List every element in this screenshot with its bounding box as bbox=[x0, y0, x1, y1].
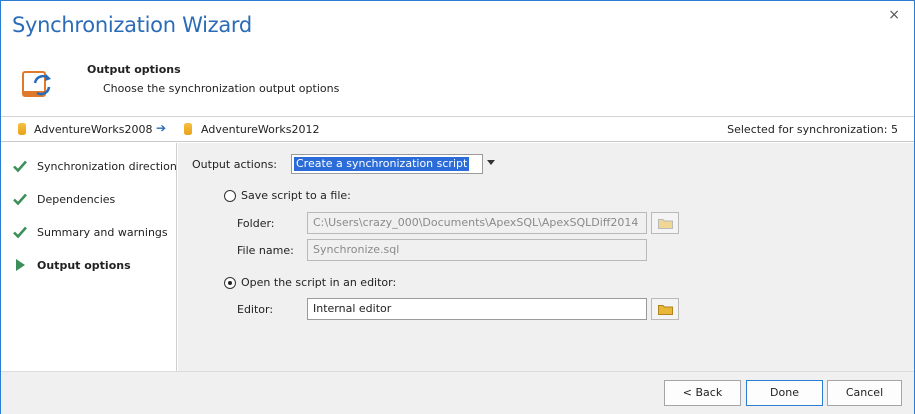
step-label: Dependencies bbox=[37, 193, 116, 206]
wizard-window: Synchronization Wizard × Output options … bbox=[0, 0, 915, 414]
output-actions-dropdown[interactable]: Create a synchronization script bbox=[291, 154, 483, 174]
editor-label: Editor: bbox=[237, 303, 274, 316]
folder-icon bbox=[658, 305, 673, 315]
step-summary-and-warnings[interactable]: Summary and warnings bbox=[13, 224, 173, 242]
done-button[interactable]: Done bbox=[746, 380, 823, 406]
play-arrow-icon bbox=[16, 259, 25, 271]
wizard-footer: < Back Done Cancel bbox=[1, 371, 914, 414]
browse-editor-button[interactable] bbox=[651, 298, 679, 320]
output-actions-value: Create a synchronization script bbox=[294, 157, 470, 171]
output-options-panel: Output actions: Create a synchronization… bbox=[178, 143, 914, 371]
folder-label: Folder: bbox=[237, 217, 275, 230]
chevron-down-icon[interactable] bbox=[487, 160, 495, 165]
target-database: AdventureWorks2012 bbox=[201, 123, 320, 136]
step-dependencies[interactable]: Dependencies bbox=[13, 191, 173, 209]
step-label: Summary and warnings bbox=[37, 226, 168, 239]
save-to-file-label[interactable]: Save script to a file: bbox=[241, 189, 351, 202]
open-in-editor-label[interactable]: Open the script in an editor: bbox=[241, 276, 396, 289]
editor-field[interactable]: Internal editor bbox=[307, 298, 647, 320]
folder-icon bbox=[658, 219, 673, 229]
file-name-field[interactable]: Synchronize.sql bbox=[307, 239, 647, 261]
cancel-button[interactable]: Cancel bbox=[827, 380, 902, 406]
save-to-file-radio[interactable] bbox=[224, 190, 236, 202]
database-icon bbox=[18, 123, 26, 135]
output-options-icon bbox=[22, 71, 51, 97]
check-icon bbox=[13, 193, 27, 206]
folder-field[interactable]: C:\Users\crazy_000\Documents\ApexSQL\Ape… bbox=[307, 212, 647, 234]
step-label: Output options bbox=[37, 259, 131, 272]
database-icon bbox=[184, 123, 192, 135]
file-name-label: File name: bbox=[237, 244, 294, 257]
close-icon[interactable]: × bbox=[888, 7, 900, 23]
wizard-steps-sidebar: Synchronization direction Dependencies S… bbox=[1, 143, 177, 371]
selected-count: Selected for synchronization: 5 bbox=[727, 123, 898, 136]
step-label: Synchronization direction bbox=[37, 160, 177, 173]
output-actions-label: Output actions: bbox=[192, 158, 278, 171]
check-icon bbox=[13, 160, 27, 173]
header-description: Choose the synchronization output option… bbox=[103, 82, 340, 95]
source-database: AdventureWorks2008 bbox=[34, 123, 153, 136]
window-title: Synchronization Wizard bbox=[12, 13, 252, 37]
database-bar: AdventureWorks2008 ➔ AdventureWorks2012 … bbox=[1, 117, 914, 142]
back-button[interactable]: < Back bbox=[664, 380, 741, 406]
header-heading: Output options bbox=[87, 63, 181, 76]
step-output-options[interactable]: Output options bbox=[13, 257, 173, 275]
browse-folder-button[interactable] bbox=[651, 212, 679, 234]
step-synchronization-direction[interactable]: Synchronization direction bbox=[13, 158, 177, 176]
arrow-right-icon: ➔ bbox=[156, 121, 167, 135]
open-in-editor-radio[interactable] bbox=[224, 277, 236, 289]
check-icon bbox=[13, 226, 27, 239]
